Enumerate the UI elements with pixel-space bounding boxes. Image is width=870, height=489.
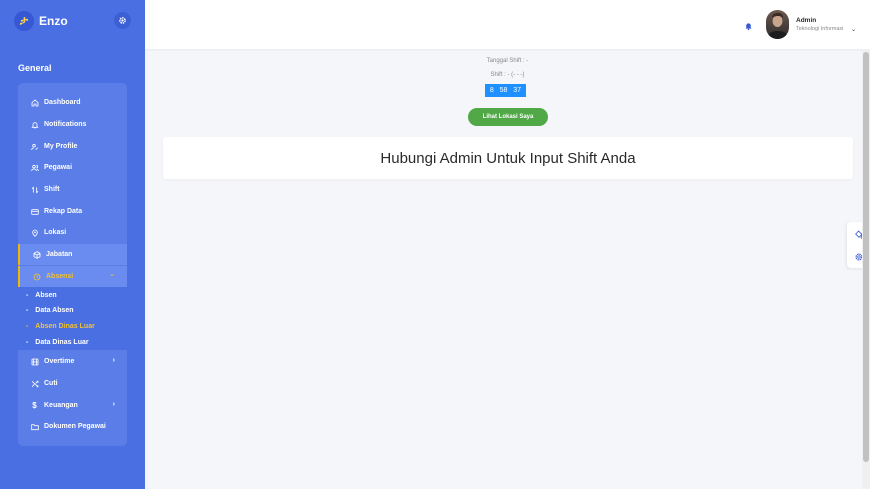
submenu-dash: - (26, 339, 29, 346)
brand: ታ Enzo (0, 0, 145, 42)
view-location-button[interactable]: Lihat Lokasi Saya (468, 108, 548, 126)
sidebar-item-cuti[interactable]: Cuti (18, 373, 127, 394)
sidebar-item-keuangan[interactable]: $ Keuangan › (18, 395, 127, 416)
sidebar-item-label: Overtime (44, 358, 75, 365)
section-title: General (18, 63, 52, 73)
box-icon (32, 250, 41, 259)
submenu-label: Absen (35, 292, 57, 299)
user-edit-icon (30, 142, 39, 151)
swap-icon (30, 185, 39, 194)
sidebar-item-label: Shift (44, 186, 60, 193)
sidebar-item-overtime[interactable]: Overtime › (18, 351, 127, 372)
sidebar-item-label: Cuti (44, 380, 58, 387)
sidebar-item-jabatan[interactable]: Jabatan (18, 244, 127, 265)
sidebar-item-my-profile[interactable]: My Profile (18, 136, 127, 157)
submenu-dash: - (26, 307, 29, 314)
sidebar-item-dokumen-pegawai[interactable]: Dokumen Pegawai (18, 416, 127, 437)
user-name[interactable]: Admin (796, 17, 816, 24)
sidebar: ታ Enzo General Dashboard Notifications M… (0, 0, 145, 489)
top-header (145, 0, 870, 49)
shift-info: Shift : - (- - -) (490, 72, 525, 78)
sidebar-item-dashboard[interactable]: Dashboard (18, 92, 127, 113)
submenu-item-data-absen[interactable]: - Data Absen (26, 307, 74, 314)
gear-icon[interactable] (114, 12, 131, 29)
chevron-down-icon[interactable]: ⌄ (851, 26, 856, 33)
notification-bell-icon[interactable] (741, 19, 755, 33)
user-department[interactable]: Teknologi Informasi (796, 26, 843, 32)
avatar[interactable] (766, 10, 789, 39)
chevron-right-icon: › (112, 357, 115, 364)
sidebar-item-lokasi[interactable]: Lokasi (18, 222, 127, 243)
chevron-right-icon: › (112, 401, 115, 408)
brand-name[interactable]: Enzo (39, 14, 68, 28)
notice-card: Hubungi Admin Untuk Input Shift Anda (163, 137, 853, 179)
sidebar-item-label: Jabatan (46, 251, 73, 258)
dollar-icon: $ (32, 401, 37, 410)
folder-icon (30, 422, 39, 431)
clock-hours: 8 (489, 87, 494, 94)
sidebar-item-label: Absensi (46, 273, 74, 280)
sidebar-item-notifications[interactable]: Notifications (18, 114, 127, 135)
clock-minutes: 58 (499, 87, 508, 94)
brand-logo[interactable]: ታ (14, 11, 34, 31)
clock-seconds: 37 (513, 87, 522, 94)
notice-text: Hubungi Admin Untuk Input Shift Anda (380, 149, 636, 167)
live-clock: 8 58 37 (485, 84, 526, 97)
clock-icon (32, 272, 41, 281)
users-icon (30, 163, 39, 172)
submenu-label: Data Absen (35, 307, 74, 314)
submenu-item-data-dinas-luar[interactable]: - Data Dinas Luar (26, 339, 89, 346)
film-icon (30, 357, 39, 366)
sidebar-item-label: Notifications (44, 121, 87, 128)
home-icon (30, 98, 39, 107)
bell-icon (30, 120, 39, 129)
sidebar-item-pegawai[interactable]: Pegawai (18, 157, 127, 178)
location-icon (30, 228, 39, 237)
submenu-label: Absen Dinas Luar (35, 323, 95, 330)
card-icon (30, 207, 39, 216)
shuffle-icon (30, 379, 39, 388)
shift-date: Tanggal Shift : - (486, 58, 529, 64)
sidebar-item-label: Keuangan (44, 402, 78, 409)
sidebar-item-label: My Profile (44, 143, 78, 150)
sidebar-item-rekap-data[interactable]: Rekap Data (18, 201, 127, 222)
sidebar-item-label: Rekap Data (44, 208, 83, 215)
sidebar-item-label: Dashboard (44, 99, 81, 106)
sidebar-item-label: Lokasi (44, 229, 67, 236)
sidebar-item-label: Pegawai (44, 164, 73, 171)
chevron-down-icon: ⌄ (109, 271, 115, 278)
submenu-dash: - (26, 323, 29, 330)
sidebar-item-absensi[interactable]: Absensi ⌄ (18, 266, 127, 287)
submenu-dash: - (26, 292, 29, 299)
sidebar-item-shift[interactable]: Shift (18, 179, 127, 200)
submenu-label: Data Dinas Luar (35, 339, 89, 346)
scrollbar-thumb[interactable] (863, 52, 869, 462)
sidebar-item-label: Dokumen Pegawai (44, 423, 106, 430)
submenu-item-absen-dinas-luar[interactable]: - Absen Dinas Luar (26, 323, 95, 330)
submenu-item-absen[interactable]: - Absen (26, 292, 57, 299)
